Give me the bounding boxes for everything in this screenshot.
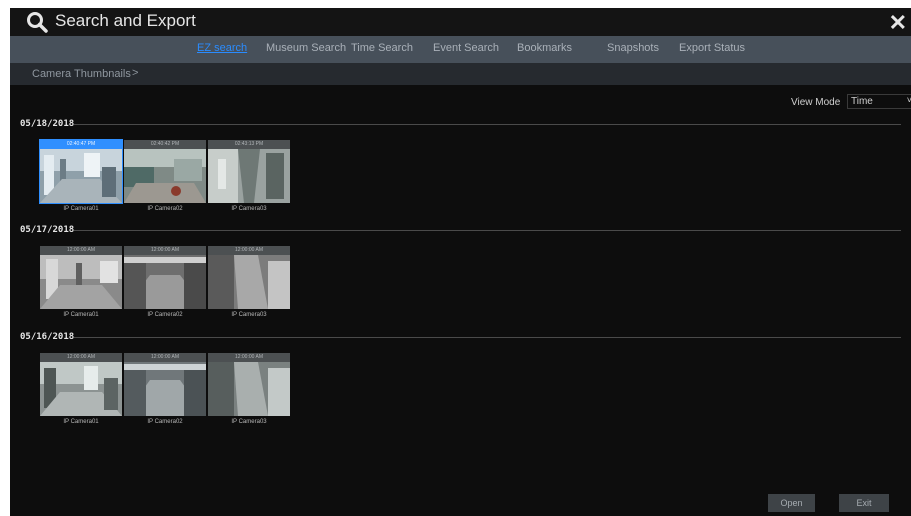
exit-button[interactable]: Exit: [839, 494, 889, 512]
tab-ez-search[interactable]: EZ search: [197, 42, 247, 54]
tab-event-search[interactable]: Event Search: [433, 42, 499, 54]
title-bar: Search and Export ✕: [10, 8, 911, 36]
camera-thumbnail[interactable]: 02:40:42 PM: [124, 140, 206, 203]
tab-bar: EZ search Museum Search Time Search Even…: [10, 36, 911, 63]
breadcrumb-arrow: >: [132, 67, 139, 79]
thumbnail-time: 12:00:00 AM: [40, 246, 122, 255]
view-mode-label: View Mode: [791, 97, 841, 108]
date-divider: [74, 337, 901, 338]
search-export-window: Search and Export ✕ EZ search Museum Sea…: [10, 8, 911, 516]
camera-name: IP Camera03: [231, 312, 267, 318]
tab-museum-search[interactable]: Museum Search: [266, 42, 346, 54]
thumbnail-image: [208, 149, 290, 203]
thumbnail-image: [208, 362, 290, 416]
thumbnail-time: 12:00:00 AM: [124, 353, 206, 362]
camera-name: IP Camera01: [63, 206, 99, 212]
thumbnail-image: [124, 255, 206, 309]
open-button[interactable]: Open: [768, 494, 815, 512]
tab-snapshots[interactable]: Snapshots: [607, 42, 659, 54]
chevron-down-icon: ˅: [906, 95, 911, 105]
view-mode-value: Time: [851, 96, 873, 107]
date-header: 05/18/2018: [20, 119, 75, 129]
breadcrumb-camera-thumbnails[interactable]: Camera Thumbnails: [32, 68, 131, 80]
camera-thumbnail[interactable]: 02:40:47 PM: [39, 139, 123, 204]
camera-thumbnail[interactable]: 12:00:00 AM: [208, 353, 290, 416]
camera-thumbnail[interactable]: 12:00:00 AM: [40, 246, 122, 309]
date-divider: [74, 230, 901, 231]
date-header: 05/17/2018: [20, 225, 75, 235]
tab-export-status[interactable]: Export Status: [679, 42, 745, 54]
camera-name: IP Camera02: [147, 206, 183, 212]
camera-name: IP Camera01: [63, 419, 99, 425]
view-mode-select[interactable]: Time ˅: [847, 94, 911, 109]
camera-thumbnail[interactable]: 02:43:13 PM: [208, 140, 290, 203]
thumbnail-time: 02:43:13 PM: [208, 140, 290, 149]
window-title: Search and Export: [55, 11, 196, 30]
camera-thumbnail[interactable]: 12:00:00 AM: [208, 246, 290, 309]
thumbnail-time: 02:40:42 PM: [124, 140, 206, 149]
camera-name: IP Camera02: [147, 419, 183, 425]
date-header: 05/16/2018: [20, 332, 75, 342]
thumbnail-time: 12:00:00 AM: [208, 353, 290, 362]
thumbnail-time: 12:00:00 AM: [40, 353, 122, 362]
thumbnail-image: [40, 149, 122, 203]
camera-thumbnail[interactable]: 12:00:00 AM: [124, 246, 206, 309]
thumbnail-time: 12:00:00 AM: [208, 246, 290, 255]
thumbnail-image: [124, 149, 206, 203]
date-divider: [74, 124, 901, 125]
camera-thumbnail[interactable]: 12:00:00 AM: [40, 353, 122, 416]
camera-name: IP Camera01: [63, 312, 99, 318]
camera-name: IP Camera03: [231, 206, 267, 212]
camera-name: IP Camera03: [231, 419, 267, 425]
thumbnail-image: [124, 362, 206, 416]
thumbnail-image: [208, 255, 290, 309]
camera-name: IP Camera02: [147, 312, 183, 318]
thumbnail-image: [40, 362, 122, 416]
search-icon: [27, 12, 48, 33]
breadcrumb: Camera Thumbnails >: [10, 63, 911, 85]
camera-thumbnail[interactable]: 12:00:00 AM: [124, 353, 206, 416]
tab-bookmarks[interactable]: Bookmarks: [517, 42, 572, 54]
thumbnail-time: 02:40:47 PM: [40, 140, 122, 149]
thumbnail-image: [40, 255, 122, 309]
close-icon[interactable]: ✕: [889, 10, 907, 36]
thumbnail-time: 12:00:00 AM: [124, 246, 206, 255]
tab-time-search[interactable]: Time Search: [351, 42, 413, 54]
